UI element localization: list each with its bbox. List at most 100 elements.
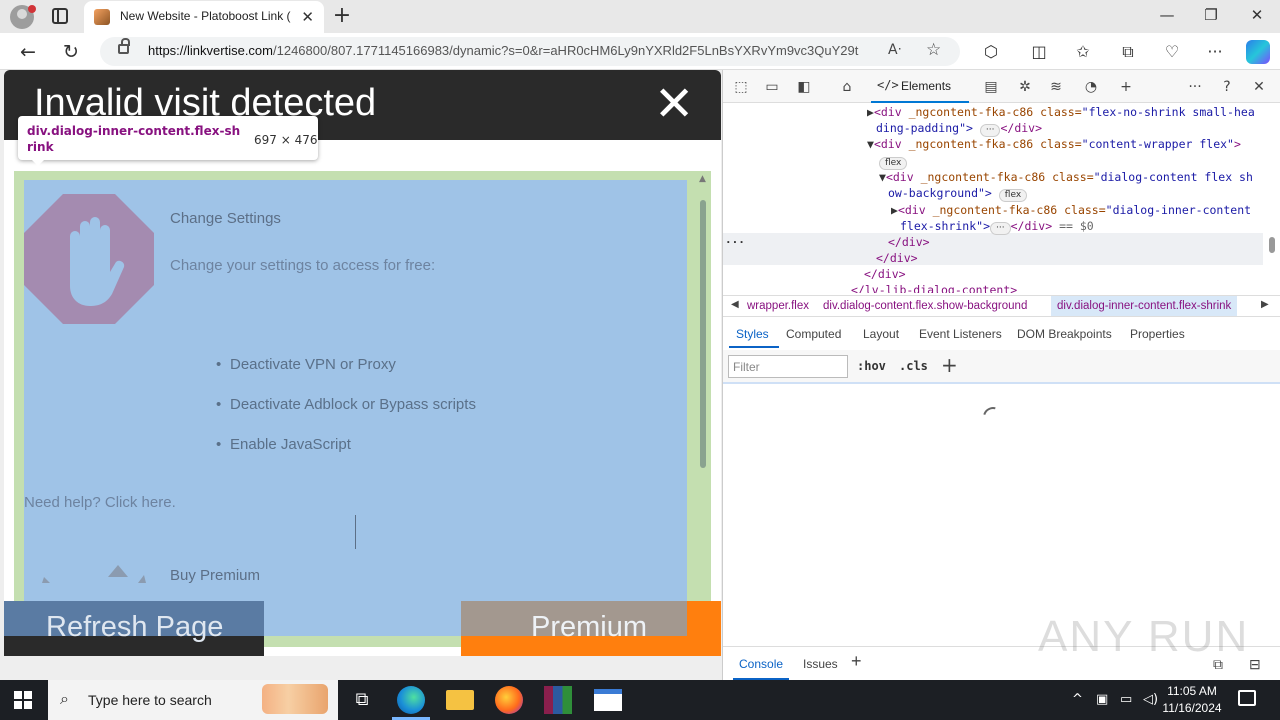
more-icon[interactable]: ··· <box>1204 41 1226 63</box>
refresh-icon[interactable]: ↻ <box>58 39 84 65</box>
browser-tab[interactable]: New Website - Platoboost Link ( ✕ <box>84 1 324 33</box>
dock-side-icon[interactable]: ◧ <box>795 78 813 96</box>
help-icon[interactable]: ? <box>1218 78 1236 96</box>
performance-icon[interactable]: ♡ <box>1161 41 1183 63</box>
back-arrow-icon[interactable]: ← <box>15 39 41 65</box>
tab-issues[interactable]: Issues <box>803 657 838 671</box>
favorites-icon[interactable]: ✩ <box>1072 41 1094 63</box>
tab-dom-breakpoints[interactable]: DOM Breakpoints <box>1017 327 1112 341</box>
dom-node[interactable]: </div> <box>864 267 906 281</box>
inspect-element-icon[interactable]: ⬚ <box>732 78 750 96</box>
dom-node-badge[interactable]: flex <box>879 154 908 170</box>
styles-subtabs: Styles Computed Layout Event Listeners D… <box>723 319 1280 349</box>
home-icon[interactable]: ⌂ <box>838 78 856 96</box>
web-page: Invalid visit detected ✕ ▲ Change Settin… <box>0 70 722 680</box>
dom-node[interactable]: ding-padding"> ··· </div> <box>876 121 1042 137</box>
dom-scrollbar[interactable] <box>1269 106 1275 286</box>
dom-tree: ··· ▶<div _ngcontent-fka-c86 class="flex… <box>723 103 1271 293</box>
devtools-close-icon[interactable]: ✕ <box>1250 78 1268 96</box>
dom-node[interactable]: ▶<div _ngcontent-fka-c86 class="flex-no-… <box>867 105 1255 119</box>
bug-icon[interactable]: ✲ <box>1016 78 1034 96</box>
premium-button[interactable]: Premium <box>461 601 721 656</box>
url-text[interactable]: https://linkvertise.com/1246800/807.1771… <box>148 43 878 58</box>
dialog-scrollbar[interactable] <box>700 200 706 468</box>
tab-close-icon[interactable]: ✕ <box>301 8 314 26</box>
tab-styles[interactable]: Styles <box>736 327 769 341</box>
tray-chevron-icon[interactable]: ^ <box>1072 692 1083 707</box>
edge-icon[interactable] <box>397 686 425 714</box>
dom-node[interactable]: ow-background"> flex <box>888 186 1028 202</box>
scroll-up-arrow-icon[interactable]: ▲ <box>699 174 706 184</box>
tooltip-selector: div.dialog-inner-content.flex-shrink <box>27 124 241 154</box>
firefox-icon[interactable] <box>495 686 523 714</box>
cls-toggle[interactable]: .cls <box>899 359 928 373</box>
change-settings-title: Change Settings <box>170 210 281 227</box>
read-aloud-icon[interactable]: Aᐧ <box>888 42 901 58</box>
restore-button[interactable]: ❐ <box>1196 6 1226 24</box>
selected-dom-row[interactable] <box>723 233 1263 265</box>
tab-computed[interactable]: Computed <box>786 327 841 341</box>
network-tray-icon[interactable]: ▭ <box>1120 692 1132 707</box>
breadcrumb-left-icon[interactable]: ◀ <box>731 299 739 310</box>
extensions-icon[interactable]: ⬡ <box>980 41 1002 63</box>
hov-toggle[interactable]: :hov <box>857 359 886 373</box>
refresh-page-button[interactable]: Refresh Page <box>4 601 264 656</box>
dom-row-menu-icon[interactable]: ··· <box>725 236 745 249</box>
tab-event-listeners[interactable]: Event Listeners <box>919 327 1002 341</box>
address-bar[interactable]: https://linkvertise.com/1246800/807.1771… <box>100 37 960 66</box>
performance-gauge-icon[interactable]: ◔ <box>1082 78 1100 96</box>
dom-node[interactable]: ▼<div _ngcontent-fka-c86 class="content-… <box>867 137 1241 151</box>
file-explorer-icon[interactable] <box>446 690 474 710</box>
add-drawer-tab-icon[interactable]: + <box>851 651 862 672</box>
new-style-rule-icon[interactable]: + <box>941 353 958 377</box>
devtools-more-icon[interactable]: ··· <box>1186 78 1204 96</box>
dom-node-selected[interactable]: ▶<div _ngcontent-fka-c86 class="dialog-i… <box>891 203 1251 217</box>
breadcrumb-right-icon[interactable]: ▶ <box>1261 299 1269 310</box>
tab-console[interactable]: Console <box>739 657 783 671</box>
close-drawer-icon[interactable]: ⊟ <box>1249 656 1261 673</box>
windows-start-icon[interactable] <box>14 691 32 709</box>
star-icon[interactable]: ☆ <box>926 40 941 60</box>
taskbar-search[interactable]: ⌕ Type here to search <box>48 680 338 720</box>
collapsed-ellipsis[interactable]: ··· <box>979 124 1001 137</box>
notification-icon[interactable] <box>1238 690 1256 706</box>
new-tab-button[interactable]: + <box>330 4 354 28</box>
dom-node-selected[interactable]: flex-shrink"> ··· </div> == $0 <box>900 219 1094 235</box>
windows-taskbar: ⌕ Type here to search ⧉ ^ ▣ ▭ ◁) 11:05 A… <box>0 680 1280 720</box>
filter-input[interactable] <box>728 355 848 378</box>
task-view-icon[interactable]: ⧉ <box>348 686 376 714</box>
dom-node[interactable]: ▼<div _ngcontent-fka-c86 class="dialog-c… <box>879 170 1253 184</box>
minimize-button[interactable]: — <box>1152 6 1182 24</box>
tab-elements[interactable]: </> Elements <box>871 70 969 103</box>
copilot-icon[interactable] <box>1246 40 1270 64</box>
lock-icon[interactable] <box>118 38 130 54</box>
breadcrumb-item[interactable]: div.dialog-content.flex.show-background <box>823 300 1027 312</box>
invalid-visit-dialog: Invalid visit detected ✕ ▲ Change Settin… <box>4 70 721 656</box>
window-close-button[interactable]: ✕ <box>1242 6 1272 24</box>
volume-icon[interactable]: ◁) <box>1143 692 1158 707</box>
search-icon: ⌕ <box>60 689 69 708</box>
tab-properties[interactable]: Properties <box>1130 327 1185 341</box>
list-item: • Deactivate VPN or Proxy <box>216 356 396 373</box>
tab-actions-icon[interactable] <box>52 8 68 24</box>
dom-node[interactable]: </lv-lib-dialog-content> <box>851 283 1017 293</box>
dom-node[interactable]: </div> <box>876 251 918 265</box>
app-window-icon[interactable] <box>594 689 622 711</box>
dialog-close-icon[interactable]: ✕ <box>654 78 694 130</box>
tab-layout[interactable]: Layout <box>863 327 899 341</box>
breadcrumb-item-active[interactable]: div.dialog-inner-content.flex-shrink <box>1051 296 1238 316</box>
breadcrumb-item[interactable]: wrapper.flex <box>747 300 809 312</box>
dom-node[interactable]: </div> <box>888 235 930 249</box>
collapsed-ellipsis[interactable]: ··· <box>990 222 1011 235</box>
network-icon[interactable]: ≋ <box>1047 78 1065 96</box>
help-link[interactable]: Need help? Click here. <box>24 494 176 511</box>
requirements-list: • Deactivate VPN or Proxy • Deactivate Adb… <box>216 356 476 476</box>
more-tools-plus-icon[interactable]: + <box>1117 78 1135 96</box>
collections-icon[interactable]: ⧉ <box>1117 41 1139 63</box>
device-toolbar-icon[interactable]: ▭ <box>763 78 781 96</box>
tray-device-icon[interactable]: ▣ <box>1096 692 1108 707</box>
system-clock[interactable]: 11:05 AM 11/16/2024 <box>1160 683 1224 717</box>
winrar-icon[interactable] <box>544 686 572 714</box>
console-errors-icon[interactable]: ▤ <box>982 78 1000 96</box>
split-screen-icon[interactable]: ◫ <box>1028 41 1050 63</box>
